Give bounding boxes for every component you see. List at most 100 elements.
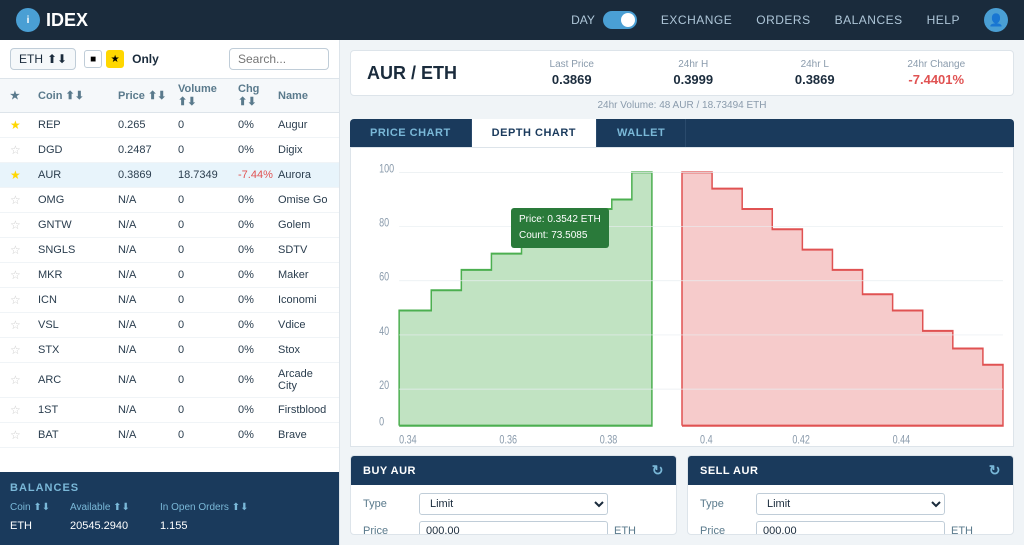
day-toggle[interactable] bbox=[603, 11, 637, 29]
coin-chg: 0% bbox=[238, 294, 278, 306]
coin-chg: 0% bbox=[238, 269, 278, 281]
coin-rows-container: ★ REP 0.265 0 0% Augur ☆ DGD 0.2487 0 0%… bbox=[0, 113, 339, 448]
tab-price-chart[interactable]: PRICE CHART bbox=[350, 119, 472, 147]
tab-depth-chart[interactable]: DEPTH CHART bbox=[472, 119, 597, 147]
buy-form: Type Limit Price ETH bbox=[351, 485, 676, 535]
coin-name: Arcade City bbox=[278, 368, 329, 392]
coin-volume: 0 bbox=[178, 344, 238, 356]
sell-type-select[interactable]: Limit bbox=[756, 493, 945, 515]
buy-price-unit: ETH bbox=[614, 525, 664, 535]
coin-volume: 18.7349 bbox=[178, 169, 238, 181]
coin-price: N/A bbox=[118, 344, 178, 356]
coin-name: Vdice bbox=[278, 319, 329, 331]
chart-section: PRICE CHART DEPTH CHART WALLET 100 80 60… bbox=[350, 119, 1014, 447]
star-filter-icon[interactable]: ★ bbox=[106, 50, 124, 68]
star-icon[interactable]: ☆ bbox=[10, 428, 38, 442]
col-star: ★ bbox=[10, 83, 38, 108]
left-panel: ETH ⬆⬇ ■ ★ Only ★ Coin ⬆⬇ Price ⬆⬇ Volum… bbox=[0, 40, 340, 545]
chart-tabs: PRICE CHART DEPTH CHART WALLET bbox=[350, 119, 1014, 147]
coin-price: N/A bbox=[118, 244, 178, 256]
coin-row[interactable]: ☆ BAT N/A 0 0% Brave bbox=[0, 423, 339, 448]
coin-chg: 0% bbox=[238, 429, 278, 441]
coin-row[interactable]: ★ AUR 0.3869 18.7349 -7.44% Aurora bbox=[0, 163, 339, 188]
coin-price: N/A bbox=[118, 194, 178, 206]
coin-row[interactable]: ☆ DGD 0.2487 0 0% Digix bbox=[0, 138, 339, 163]
star-icon[interactable]: ★ bbox=[10, 168, 38, 182]
nav-exchange[interactable]: EXCHANGE bbox=[661, 13, 732, 27]
coin-table-header: ★ Coin ⬆⬇ Price ⬆⬇ Volume ⬆⬇ Chg ⬆⬇ Name bbox=[0, 79, 339, 113]
star-icon[interactable]: ☆ bbox=[10, 318, 38, 332]
coin-row[interactable]: ☆ STX N/A 0 0% Stox bbox=[0, 338, 339, 363]
coin-chg: 0% bbox=[238, 244, 278, 256]
coin-symbol: STX bbox=[38, 344, 118, 356]
coin-row[interactable]: ★ REP 0.265 0 0% Augur bbox=[0, 113, 339, 138]
star-icon[interactable]: ☆ bbox=[10, 243, 38, 257]
star-icon[interactable]: ★ bbox=[10, 118, 38, 132]
coin-price: N/A bbox=[118, 429, 178, 441]
bal-col-coin[interactable]: Coin ⬆⬇ bbox=[10, 502, 70, 513]
coin-price: 0.2487 bbox=[118, 144, 178, 156]
user-icon[interactable]: 👤 bbox=[984, 8, 1008, 32]
depth-chart-tooltip: Price: 0.3542 ETH Count: 73.5085 bbox=[511, 208, 609, 248]
col-coin[interactable]: Coin ⬆⬇ bbox=[38, 83, 118, 108]
coin-row[interactable]: ☆ OMG N/A 0 0% Omise Go bbox=[0, 188, 339, 213]
coin-row[interactable]: ☆ ARC N/A 0 0% Arcade City bbox=[0, 363, 339, 398]
tab-wallet[interactable]: WALLET bbox=[597, 119, 686, 147]
star-icon[interactable]: ☆ bbox=[10, 293, 38, 307]
tooltip-price: Price: 0.3542 ETH bbox=[519, 212, 601, 228]
coin-symbol: DGD bbox=[38, 144, 118, 156]
coin-row[interactable]: ☆ ICN N/A 0 0% Iconomi bbox=[0, 288, 339, 313]
day-label: DAY bbox=[571, 13, 595, 27]
bal-col-orders[interactable]: In Open Orders ⬆⬇ bbox=[160, 502, 329, 513]
buy-price-input[interactable] bbox=[419, 521, 608, 535]
pair-title: AUR / ETH bbox=[367, 63, 487, 84]
svg-text:0.36: 0.36 bbox=[499, 433, 517, 446]
coin-price: 0.3869 bbox=[118, 169, 178, 181]
sell-refresh-icon[interactable]: ↻ bbox=[989, 462, 1001, 479]
header-nav: DAY EXCHANGE ORDERS BALANCES HELP 👤 bbox=[571, 8, 1008, 32]
col-volume[interactable]: Volume ⬆⬇ bbox=[178, 83, 238, 108]
volume-bar: 24hr Volume: 48 AUR / 18.73494 ETH bbox=[350, 100, 1014, 111]
buy-type-select[interactable]: Limit bbox=[419, 493, 608, 515]
coin-symbol: ARC bbox=[38, 374, 118, 386]
star-icon[interactable]: ☆ bbox=[10, 343, 38, 357]
bal-col-available[interactable]: Available ⬆⬇ bbox=[70, 502, 160, 513]
coin-price: N/A bbox=[118, 404, 178, 416]
coin-row[interactable]: ☆ MKR N/A 0 0% Maker bbox=[0, 263, 339, 288]
svg-text:100: 100 bbox=[379, 162, 394, 176]
search-input[interactable] bbox=[229, 48, 329, 70]
sell-price-input[interactable] bbox=[756, 521, 945, 535]
main-layout: ETH ⬆⬇ ■ ★ Only ★ Coin ⬆⬇ Price ⬆⬇ Volum… bbox=[0, 40, 1024, 545]
star-icon[interactable]: ☆ bbox=[10, 373, 38, 387]
coin-row[interactable]: ☆ SNGLS N/A 0 0% SDTV bbox=[0, 238, 339, 263]
coin-price: N/A bbox=[118, 294, 178, 306]
nav-balances[interactable]: BALANCES bbox=[835, 13, 903, 27]
buy-refresh-icon[interactable]: ↻ bbox=[652, 462, 664, 479]
sell-panel-header: SELL AUR ↻ bbox=[688, 456, 1013, 485]
coin-chg: 0% bbox=[238, 144, 278, 156]
star-icon[interactable]: ☆ bbox=[10, 143, 38, 157]
coin-chg: 0% bbox=[238, 319, 278, 331]
coin-symbol: VSL bbox=[38, 319, 118, 331]
bal-coin: ETH bbox=[10, 520, 70, 532]
toggle-knob bbox=[621, 13, 635, 27]
nav-orders[interactable]: ORDERS bbox=[756, 13, 810, 27]
coin-row[interactable]: ☆ VSL N/A 0 0% Vdice bbox=[0, 313, 339, 338]
square-filter-icon[interactable]: ■ bbox=[84, 50, 102, 68]
coin-symbol: BAT bbox=[38, 429, 118, 441]
coin-row[interactable]: ☆ 1ST N/A 0 0% Firstblood bbox=[0, 398, 339, 423]
nav-help[interactable]: HELP bbox=[927, 13, 960, 27]
star-icon[interactable]: ☆ bbox=[10, 403, 38, 417]
col-chg[interactable]: Chg ⬆⬇ bbox=[238, 83, 278, 108]
star-icon[interactable]: ☆ bbox=[10, 218, 38, 232]
star-icon[interactable]: ☆ bbox=[10, 193, 38, 207]
coin-row[interactable]: ☆ GNTW N/A 0 0% Golem bbox=[0, 213, 339, 238]
star-icon[interactable]: ☆ bbox=[10, 268, 38, 282]
coin-chg: -7.44% bbox=[238, 169, 278, 181]
buy-panel: BUY AUR ↻ Type Limit Price ETH bbox=[350, 455, 677, 535]
depth-chart-svg: 100 80 60 40 20 0 0.34 0.36 0.38 0.4 0.4… bbox=[351, 148, 1013, 446]
coin-volume: 0 bbox=[178, 404, 238, 416]
eth-select[interactable]: ETH ⬆⬇ bbox=[10, 48, 76, 70]
high-value: 0.3999 bbox=[633, 72, 755, 87]
col-price[interactable]: Price ⬆⬇ bbox=[118, 83, 178, 108]
